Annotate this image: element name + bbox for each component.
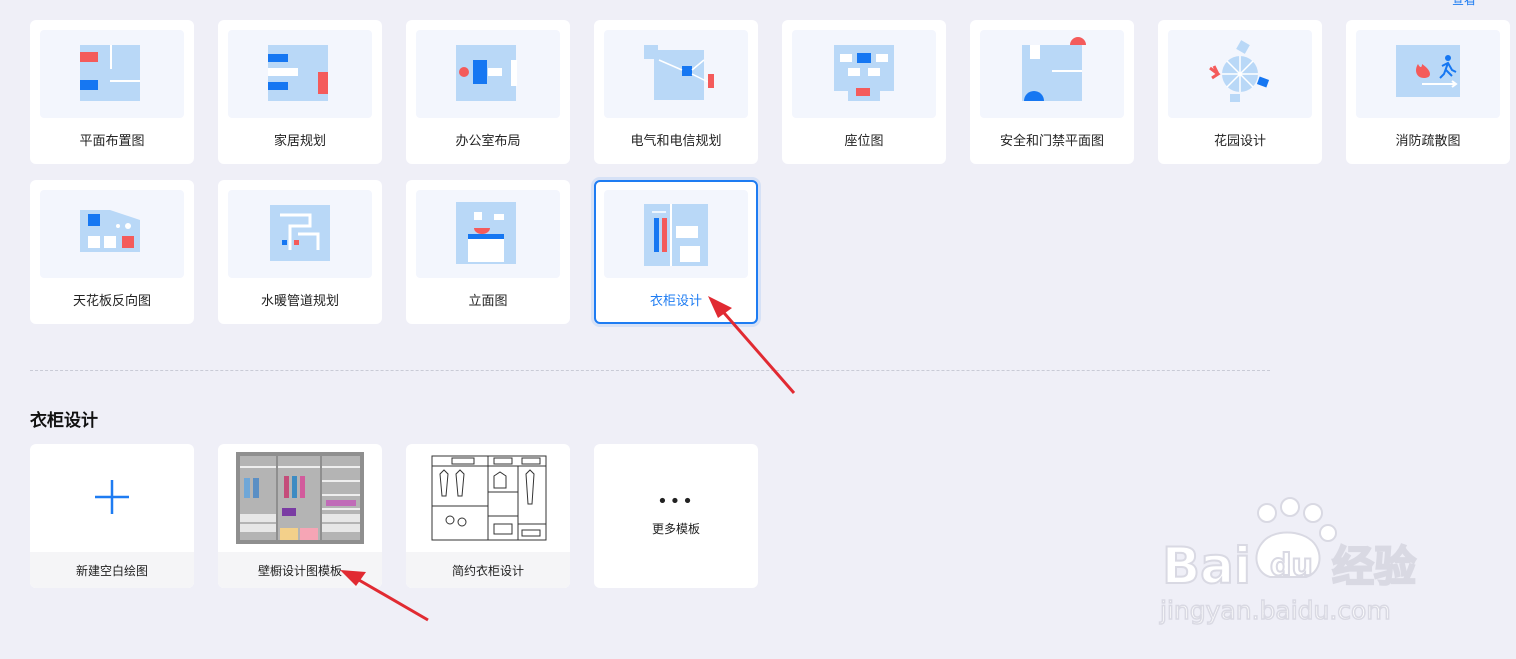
category-elevation[interactable]: 立面图: [406, 180, 570, 324]
more-templates-card[interactable]: ••• 更多模板: [594, 444, 758, 588]
plus-icon: [30, 444, 194, 552]
category-label: 座位图: [844, 134, 884, 149]
ceiling-thumbnail: [40, 190, 184, 278]
template-label: 简约衣柜设计: [451, 564, 524, 578]
closet-template-card[interactable]: 壁橱设计图模板: [218, 444, 382, 588]
category-home-planning[interactable]: 家居规划: [218, 20, 382, 164]
category-label: 花园设计: [1213, 134, 1266, 149]
template-label: 壁橱设计图模板: [257, 564, 342, 578]
category-label: 电气和电信规划: [630, 134, 722, 149]
category-security-access[interactable]: 安全和门禁平面图: [970, 20, 1134, 164]
electrical-thumbnail: [604, 30, 748, 118]
category-office-layout[interactable]: 办公室布局: [406, 20, 570, 164]
category-label: 水暖管道规划: [260, 294, 339, 309]
simple-wardrobe-card[interactable]: 简约衣柜设计: [406, 444, 570, 588]
category-garden-design[interactable]: 花园设计: [1158, 20, 1322, 164]
watermark-brand-2: du: [1270, 548, 1313, 583]
category-fire-evacuation[interactable]: 消防疏散图: [1346, 20, 1510, 164]
category-reflected-ceiling[interactable]: 天花板反向图: [30, 180, 194, 324]
wardrobe-thumbnail: [604, 190, 748, 278]
category-seating-chart[interactable]: 座位图: [782, 20, 946, 164]
security-thumbnail: [980, 30, 1124, 118]
elevation-thumbnail: [416, 190, 560, 278]
section-divider: [30, 370, 1270, 371]
category-label: 立面图: [468, 294, 508, 309]
office-layout-thumbnail: [416, 30, 560, 118]
category-label: 平面布置图: [79, 134, 145, 149]
category-label: 安全和门禁平面图: [999, 134, 1104, 149]
home-planning-thumbnail: [228, 30, 372, 118]
section-title: 衣柜设计: [30, 411, 98, 431]
category-floor-plan[interactable]: 平面布置图: [30, 20, 194, 164]
category-plumbing[interactable]: 水暖管道规划: [218, 180, 382, 324]
category-label: 消防疏散图: [1395, 134, 1461, 149]
plumbing-thumbnail: [228, 190, 372, 278]
watermark-cn: 经验: [1332, 542, 1416, 591]
simple-wardrobe-thumbnail: [406, 444, 570, 552]
baidu-watermark: Bai du 经验 jingyan.baidu.com: [1150, 495, 1450, 639]
closet-template-thumbnail: [218, 444, 382, 552]
category-electrical-telecom[interactable]: 电气和电信规划: [594, 20, 758, 164]
more-dots-icon: •••: [657, 491, 695, 512]
new-blank-drawing-card[interactable]: 新建空白绘图: [30, 444, 194, 588]
floor-plan-thumbnail: [40, 30, 184, 118]
category-label: 天花板反向图: [72, 294, 151, 309]
category-label: 办公室布局: [455, 134, 521, 149]
category-label: 家居规划: [273, 134, 326, 149]
more-templates-label: 更多模板: [651, 522, 700, 536]
watermark-brand: Bai: [1162, 537, 1251, 595]
template-label: 新建空白绘图: [75, 564, 148, 578]
watermark-url: jingyan.baidu.com: [1159, 596, 1391, 625]
seating-chart-thumbnail: [792, 30, 936, 118]
top-right-link[interactable]: 查看: [1452, 0, 1476, 8]
category-wardrobe-design[interactable]: 衣柜设计: [594, 180, 758, 324]
fire-evacuation-thumbnail: [1356, 30, 1500, 118]
garden-design-thumbnail: [1168, 30, 1312, 118]
category-label: 衣柜设计: [649, 294, 702, 309]
